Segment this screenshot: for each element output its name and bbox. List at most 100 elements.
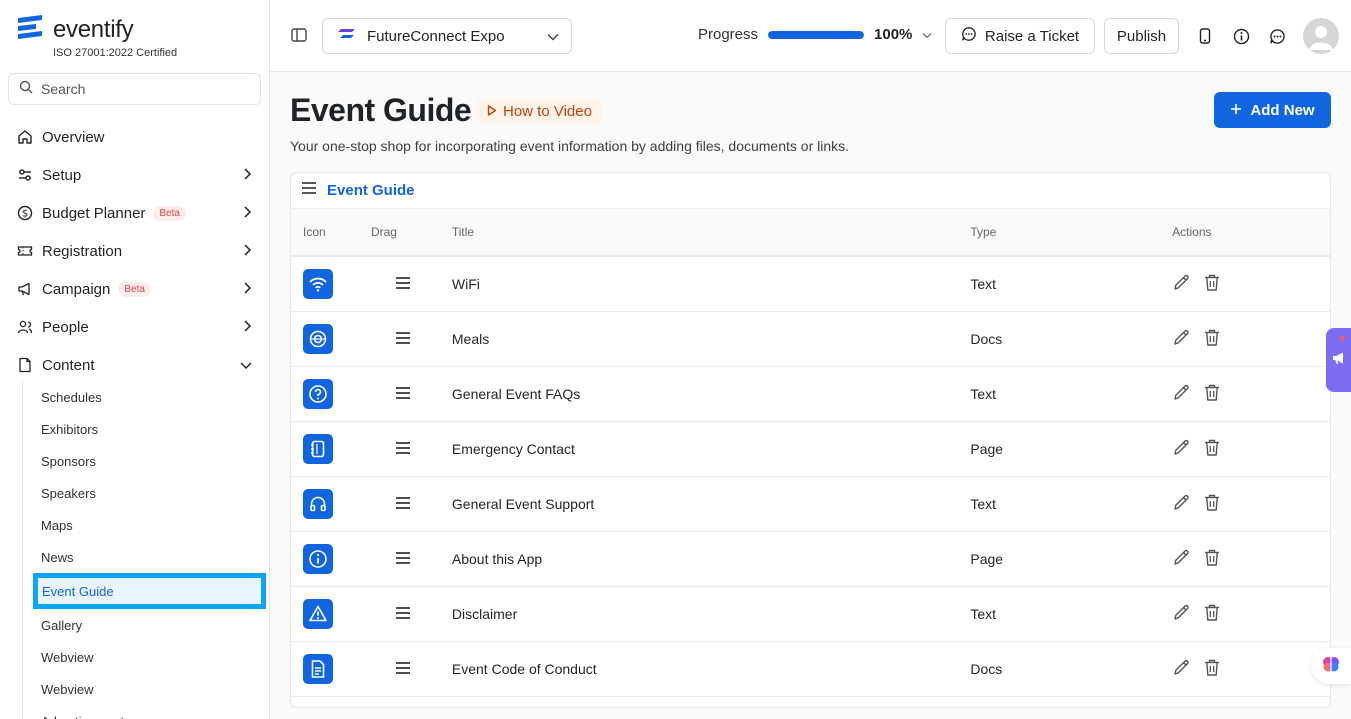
edit-icon[interactable] <box>1172 658 1191 680</box>
warning-icon <box>303 599 333 629</box>
chevron-right-icon <box>242 205 252 222</box>
delete-icon[interactable] <box>1203 383 1221 405</box>
submenu-item-gallery[interactable]: Gallery <box>23 609 269 641</box>
submenu-item-webview[interactable]: Webview <box>23 641 269 673</box>
raise-ticket-button[interactable]: Raise a Ticket <box>945 18 1095 54</box>
contact-book-icon <box>303 434 333 464</box>
sidebar: eventify ISO 27001:2022 Certified Overvi… <box>0 0 270 719</box>
mobile-preview-icon[interactable] <box>1196 27 1214 45</box>
event-name: FutureConnect Expo <box>367 27 505 45</box>
plus-icon <box>1230 102 1242 119</box>
edit-icon[interactable] <box>1172 438 1191 460</box>
edit-icon[interactable] <box>1172 603 1191 625</box>
edit-icon[interactable] <box>1172 273 1191 295</box>
add-new-label: Add New <box>1250 101 1315 119</box>
row-type: Text <box>970 606 997 622</box>
delete-icon[interactable] <box>1203 438 1221 460</box>
drag-handle-icon[interactable] <box>395 661 411 678</box>
sidebar-item-label: Budget Planner <box>42 204 146 222</box>
chevron-right-icon <box>242 167 252 184</box>
sidebar-item-label: Content <box>42 356 95 374</box>
row-type: Text <box>970 496 997 512</box>
sidebar-item-overview[interactable]: Overview <box>0 118 269 156</box>
progress-value: 100% <box>874 26 913 43</box>
dollar-icon: $ <box>16 204 34 222</box>
sidebar-item-budget-planner[interactable]: $ Budget Planner Beta <box>0 194 269 232</box>
content-submenu: Schedules Exhibitors Sponsors Speakers M… <box>22 381 269 719</box>
delete-icon[interactable] <box>1203 658 1221 680</box>
row-title: About this App <box>451 551 543 567</box>
table-row: Disclaimer Text <box>291 587 1330 642</box>
delete-icon[interactable] <box>1203 548 1221 570</box>
event-selector[interactable]: FutureConnect Expo <box>322 18 572 54</box>
page-subtitle: Your one-stop shop for incorporating eve… <box>290 138 850 154</box>
how-to-video-link[interactable]: How to Video <box>477 98 602 124</box>
delete-icon[interactable] <box>1203 493 1221 515</box>
brand: eventify ISO 27001:2022 Certified <box>16 14 177 59</box>
page-title: Event Guide <box>290 92 472 128</box>
drag-handle-icon[interactable] <box>395 496 411 513</box>
submenu-item-exhibitors[interactable]: Exhibitors <box>23 413 269 445</box>
sidebar-item-label: Campaign <box>42 280 111 298</box>
submenu-item-news[interactable]: News <box>23 541 269 573</box>
table-row: Emergency Contact Page <box>291 422 1330 477</box>
sidebar-item-registration[interactable]: Registration <box>0 232 269 270</box>
edit-icon[interactable] <box>1172 493 1191 515</box>
drag-handle-icon[interactable] <box>395 331 411 348</box>
sidebar-nav: Overview Setup $ Budget Planner Beta Regi… <box>0 118 269 384</box>
delete-icon[interactable] <box>1203 273 1221 295</box>
row-title: General Event Support <box>451 496 595 512</box>
sidebar-item-label: People <box>42 318 89 336</box>
search-box[interactable] <box>8 73 261 105</box>
drag-handle-icon[interactable] <box>395 276 411 293</box>
row-type: Docs <box>970 661 1003 677</box>
edit-icon[interactable] <box>1172 328 1191 350</box>
chevron-down-icon <box>240 357 252 374</box>
menu-icon[interactable] <box>301 181 317 200</box>
edit-icon[interactable] <box>1172 548 1191 570</box>
chevron-down-icon <box>547 28 559 45</box>
progress-bar-fill <box>768 30 865 39</box>
question-icon <box>303 379 333 409</box>
table-row: General Event FAQs Text <box>291 367 1330 422</box>
edit-icon[interactable] <box>1172 383 1191 405</box>
panel-toggle-icon[interactable] <box>290 26 308 49</box>
megaphone-icon <box>16 280 34 298</box>
chevron-right-icon <box>242 243 252 260</box>
submenu-item-schedules[interactable]: Schedules <box>23 381 269 413</box>
chat-icon[interactable] <box>1268 27 1286 45</box>
submenu-item-webview[interactable]: Webview <box>23 673 269 705</box>
drag-handle-icon[interactable] <box>395 606 411 623</box>
sidebar-item-people[interactable]: People <box>0 308 269 346</box>
user-avatar[interactable] <box>1303 18 1339 54</box>
submenu-item-event-guide[interactable]: Event Guide <box>33 573 266 609</box>
add-new-button[interactable]: Add New <box>1214 92 1331 128</box>
sidebar-item-campaign[interactable]: Campaign Beta <box>0 270 269 308</box>
event-logo-icon <box>337 27 357 45</box>
submenu-item-sponsors[interactable]: Sponsors <box>23 445 269 477</box>
sidebar-item-content[interactable]: Content <box>0 346 269 384</box>
submenu-item-advertisements[interactable]: Advertisements <box>23 705 269 719</box>
info-icon <box>303 544 333 574</box>
drag-handle-icon[interactable] <box>395 386 411 403</box>
drag-handle-icon[interactable] <box>395 441 411 458</box>
ai-assistant-button[interactable] <box>1311 648 1351 684</box>
progress-label: Progress <box>698 26 759 43</box>
drag-handle-icon[interactable] <box>395 551 411 568</box>
home-icon <box>16 128 34 146</box>
delete-icon[interactable] <box>1203 328 1221 350</box>
delete-icon[interactable] <box>1203 603 1221 625</box>
publish-button[interactable]: Publish <box>1104 18 1179 54</box>
progress-indicator[interactable]: Progress 100% <box>698 26 932 43</box>
sidebar-item-setup[interactable]: Setup <box>0 156 269 194</box>
headphones-icon <box>303 489 333 519</box>
feedback-tab[interactable] <box>1326 328 1351 392</box>
ticket-icon <box>16 242 34 260</box>
submenu-item-maps[interactable]: Maps <box>23 509 269 541</box>
search-input[interactable] <box>41 81 241 97</box>
row-title: Event Code of Conduct <box>451 661 597 677</box>
search-icon <box>19 80 33 99</box>
table-row: Meals Docs <box>291 312 1330 367</box>
info-icon[interactable] <box>1232 27 1250 45</box>
submenu-item-speakers[interactable]: Speakers <box>23 477 269 509</box>
